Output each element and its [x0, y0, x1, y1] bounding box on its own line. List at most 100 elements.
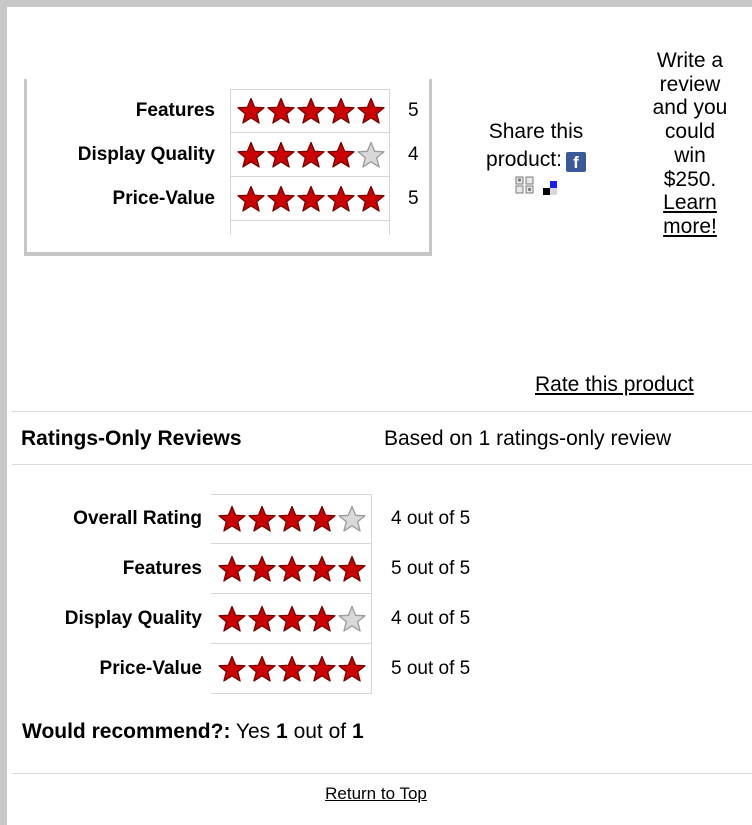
- stars: [217, 555, 367, 583]
- rating-row-price-value: Price-Value 5: [27, 177, 429, 221]
- review-promo: Write a review and you could win $250. L…: [631, 49, 749, 239]
- star-filled-icon: [236, 141, 266, 169]
- star-filled-icon: [266, 141, 296, 169]
- recommend-total: 1: [351, 720, 364, 743]
- star-filled-icon: [266, 97, 296, 125]
- learn-more-link-wrap-2: more!: [631, 215, 749, 239]
- rating-label: Display Quality: [64, 608, 202, 629]
- star-empty-icon: [337, 505, 367, 533]
- ratings-only-row-display-quality: Display Quality 4 out of 5: [0, 594, 752, 644]
- star-filled-icon: [236, 97, 266, 125]
- star-filled-icon: [296, 141, 326, 169]
- promo-text-line: could: [664, 120, 716, 144]
- product-ratings-box: Features 5 Display Quality 4 Price-Value…: [24, 79, 432, 256]
- star-filled-icon: [307, 555, 337, 583]
- star-filled-icon: [307, 655, 337, 683]
- rating-value: 5 out of 5: [391, 558, 471, 579]
- star-filled-icon: [356, 97, 386, 125]
- star-rating: [230, 177, 390, 221]
- star-filled-icon: [356, 185, 386, 213]
- rating-value: 5: [408, 188, 419, 209]
- star-rating: [211, 594, 372, 644]
- star-empty-icon: [356, 141, 386, 169]
- star-filled-icon: [217, 655, 247, 683]
- share-label-line2-wrap: product: f: [462, 146, 610, 174]
- stars: [236, 97, 386, 125]
- star-filled-icon: [277, 655, 307, 683]
- rating-value: 4 out of 5: [391, 608, 471, 629]
- facebook-icon[interactable]: f: [565, 152, 586, 172]
- recommend-out-of: out of: [293, 720, 347, 743]
- star-filled-icon: [247, 505, 277, 533]
- ratings-only-row-price-value: Price-Value 5 out of 5: [0, 644, 752, 694]
- rating-label: Price-Value: [99, 658, 202, 679]
- star-filled-icon: [296, 185, 326, 213]
- star-filled-icon: [326, 185, 356, 213]
- social-network-icon[interactable]: [515, 175, 537, 203]
- star-filled-icon: [236, 185, 266, 213]
- star-filled-icon: [326, 141, 356, 169]
- share-label-line2: product:: [486, 148, 562, 171]
- star-filled-icon: [307, 605, 337, 633]
- frame-border-left: [0, 0, 7, 825]
- promo-text-line: review: [659, 72, 721, 96]
- star-rating: [211, 544, 372, 594]
- learn-more-link-wrap: Learn: [631, 191, 749, 215]
- stars: [217, 605, 367, 633]
- ratings-only-count: Based on 1 ratings-only review: [384, 427, 672, 450]
- recommend-answer: Yes: [235, 720, 271, 743]
- rating-row-features: Features 5: [27, 89, 429, 133]
- stars: [217, 505, 367, 533]
- star-rating: [230, 89, 390, 133]
- return-to-top-link[interactable]: Return to Top: [0, 784, 752, 804]
- rating-value: 4: [408, 144, 419, 165]
- star-filled-icon: [247, 605, 277, 633]
- ratings-only-row-features: Features 5 out of 5: [0, 544, 752, 594]
- rating-cell-extension: [230, 221, 390, 235]
- learn-more-link[interactable]: Learn: [663, 191, 717, 214]
- share-label-line1: Share this: [488, 120, 584, 143]
- would-recommend: Would recommend?: Yes 1 out of 1: [22, 720, 364, 744]
- ratings-only-title: Ratings-Only Reviews: [21, 427, 242, 450]
- star-filled-icon: [217, 605, 247, 633]
- ratings-only-row-overall: Overall Rating 4 out of 5: [0, 494, 752, 544]
- star-filled-icon: [217, 555, 247, 583]
- stars: [236, 185, 386, 213]
- star-filled-icon: [277, 605, 307, 633]
- frame-border-top: [0, 0, 752, 7]
- rating-label: Price-Value: [112, 188, 215, 209]
- recommend-count: 1: [276, 720, 288, 743]
- star-filled-icon: [337, 655, 367, 683]
- share-icons: [462, 175, 610, 203]
- learn-more-link[interactable]: more!: [663, 215, 717, 238]
- star-filled-icon: [266, 185, 296, 213]
- star-filled-icon: [217, 505, 247, 533]
- divider: [12, 773, 752, 774]
- rating-label: Overall Rating: [73, 508, 202, 529]
- star-filled-icon: [326, 97, 356, 125]
- promo-text-line: Write a: [656, 49, 724, 72]
- star-filled-icon: [277, 505, 307, 533]
- delicious-icon[interactable]: [543, 175, 557, 203]
- star-rating: [211, 494, 372, 544]
- star-filled-icon: [296, 97, 326, 125]
- rating-value: 5 out of 5: [391, 658, 471, 679]
- rating-row-display-quality: Display Quality 4: [27, 133, 429, 177]
- promo-text-line: win: [674, 143, 706, 167]
- share-product: Share this product: f: [462, 118, 610, 200]
- recommend-label: Would recommend?:: [22, 720, 231, 743]
- star-filled-icon: [277, 555, 307, 583]
- stars: [217, 655, 367, 683]
- rating-value: 5: [408, 100, 419, 121]
- star-filled-icon: [307, 505, 337, 533]
- rating-value: 4 out of 5: [391, 508, 471, 529]
- stars: [236, 141, 386, 169]
- rate-this-product-link[interactable]: Rate this product: [535, 373, 694, 397]
- star-rating: [230, 133, 390, 177]
- rating-label: Display Quality: [77, 144, 215, 165]
- promo-text-line: $250.: [663, 167, 717, 191]
- star-filled-icon: [337, 555, 367, 583]
- divider: [12, 464, 752, 465]
- star-filled-icon: [247, 655, 277, 683]
- star-filled-icon: [247, 555, 277, 583]
